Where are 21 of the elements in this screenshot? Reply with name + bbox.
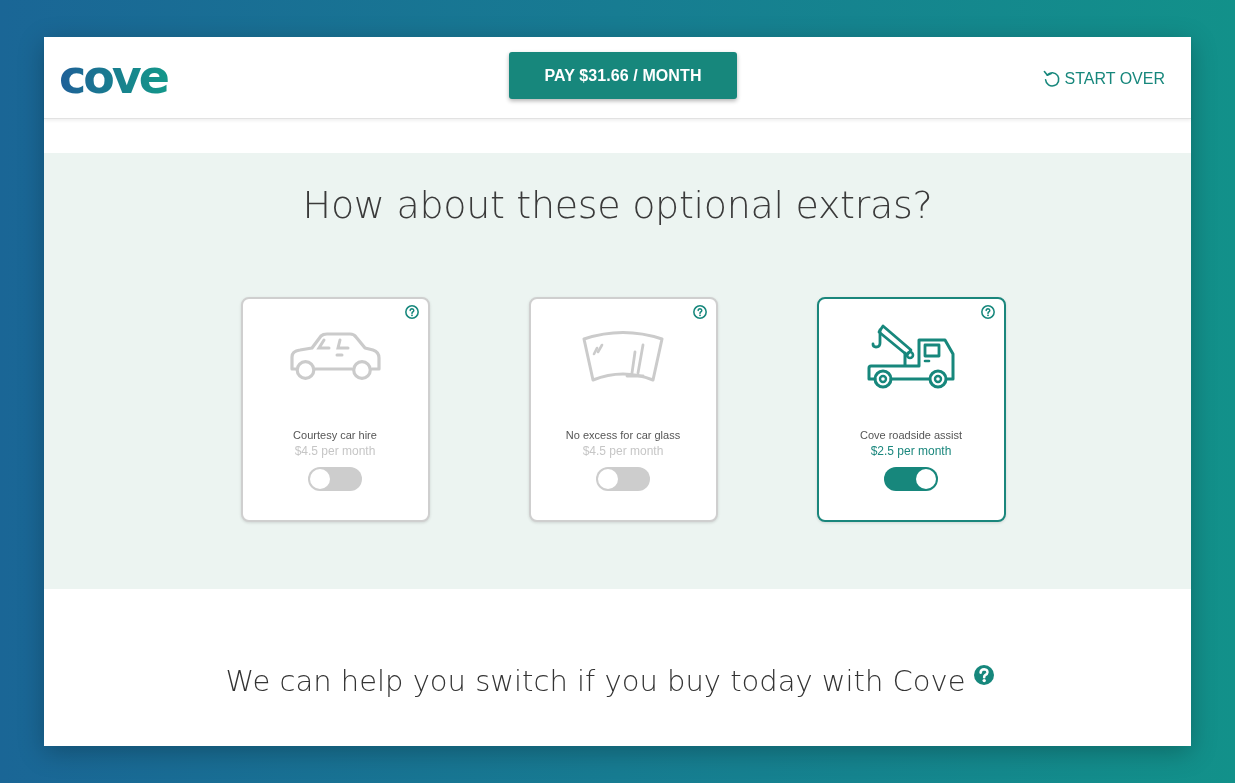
extra-title: No excess for car glass xyxy=(565,428,681,442)
pay-button[interactable]: PAY $31.66 / MONTH xyxy=(509,52,737,99)
tow-truck-icon xyxy=(865,323,957,389)
help-icon[interactable] xyxy=(973,665,994,685)
extra-price: $2.5 per month xyxy=(870,444,952,459)
toggle-switch[interactable] xyxy=(596,467,650,491)
windscreen-icon xyxy=(581,328,665,384)
toggle-switch[interactable] xyxy=(308,467,362,491)
extra-title: Courtesy car hire xyxy=(293,428,377,442)
start-over-link[interactable]: START OVER xyxy=(1042,69,1165,88)
car-icon xyxy=(288,331,382,381)
help-icon[interactable] xyxy=(692,305,707,319)
help-icon[interactable] xyxy=(404,305,419,319)
extra-price: $4.5 per month xyxy=(294,444,376,459)
switch-help-text: We can help you switch if you buy today with Cove xyxy=(225,663,966,700)
extra-title: Cove roadside assist xyxy=(859,428,963,442)
section-heading: How about these optional extras? xyxy=(301,182,934,229)
extra-price: $4.5 per month xyxy=(582,444,664,459)
undo-icon xyxy=(1042,69,1061,88)
help-icon[interactable] xyxy=(980,305,995,319)
toggle-switch[interactable] xyxy=(884,467,938,491)
